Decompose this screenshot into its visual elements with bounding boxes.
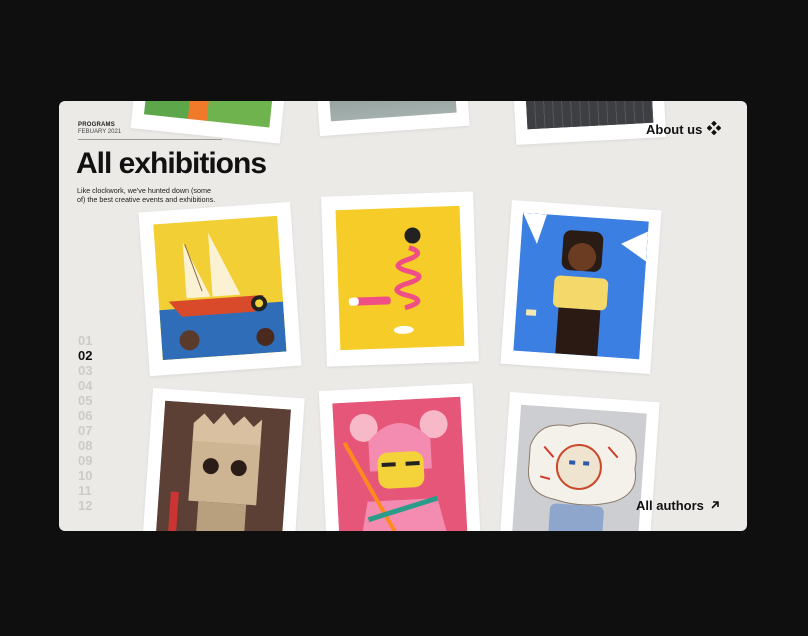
page-number[interactable]: 05 [78,393,108,408]
artwork-image [153,215,287,361]
page-number[interactable]: 09 [78,453,108,468]
artwork-image [511,404,647,531]
all-authors-label: All authors [636,498,704,513]
artwork-image [513,212,649,360]
about-us-link[interactable]: About us [646,120,722,138]
exhibitions-panel: PROGRAMS FEBUARY 2021 All exhibitions Li… [59,101,747,531]
divider [78,139,222,140]
arrow-up-right-icon [710,498,720,513]
artwork-card-pink-girl[interactable] [318,383,482,531]
artwork-image [326,101,457,122]
page-number[interactable]: 04 [78,378,108,393]
page-number[interactable]: 06 [78,408,108,423]
diamond-cluster-icon [706,120,722,138]
artwork-image [143,101,276,128]
artwork-card-partial-3[interactable] [511,101,667,145]
page-number[interactable]: 03 [78,363,108,378]
page-description: Like clockwork, we've hunted down (some … [77,186,216,204]
page-number[interactable]: 08 [78,438,108,453]
page-number[interactable]: 11 [78,483,108,498]
artwork-card-partial-2[interactable] [314,101,470,137]
exhibition-pagination: 01 02 03 04 05 06 07 08 09 10 11 12 [78,333,108,513]
artwork-image [523,101,654,130]
artwork-image [335,205,465,351]
section-label: PROGRAMS [78,122,115,128]
artwork-card-partial-1[interactable] [130,101,288,144]
date-label: FEBUARY 2021 [78,129,122,135]
about-us-label: About us [646,122,703,137]
page-title: All exhibitions [76,147,267,180]
all-authors-link[interactable]: All authors [636,498,720,513]
artwork-image [155,400,291,531]
artwork-card-spring[interactable] [321,191,479,367]
artwork-card-skull-house[interactable] [141,387,305,531]
page-number[interactable]: 07 [78,423,108,438]
page-number[interactable]: 12 [78,498,108,513]
page-number[interactable]: 10 [78,468,108,483]
artwork-card-ship[interactable] [138,201,302,377]
artwork-image [332,396,468,531]
page-number-active[interactable]: 02 [78,348,108,363]
page-number[interactable]: 01 [78,333,108,348]
artwork-card-braids[interactable] [500,199,662,375]
